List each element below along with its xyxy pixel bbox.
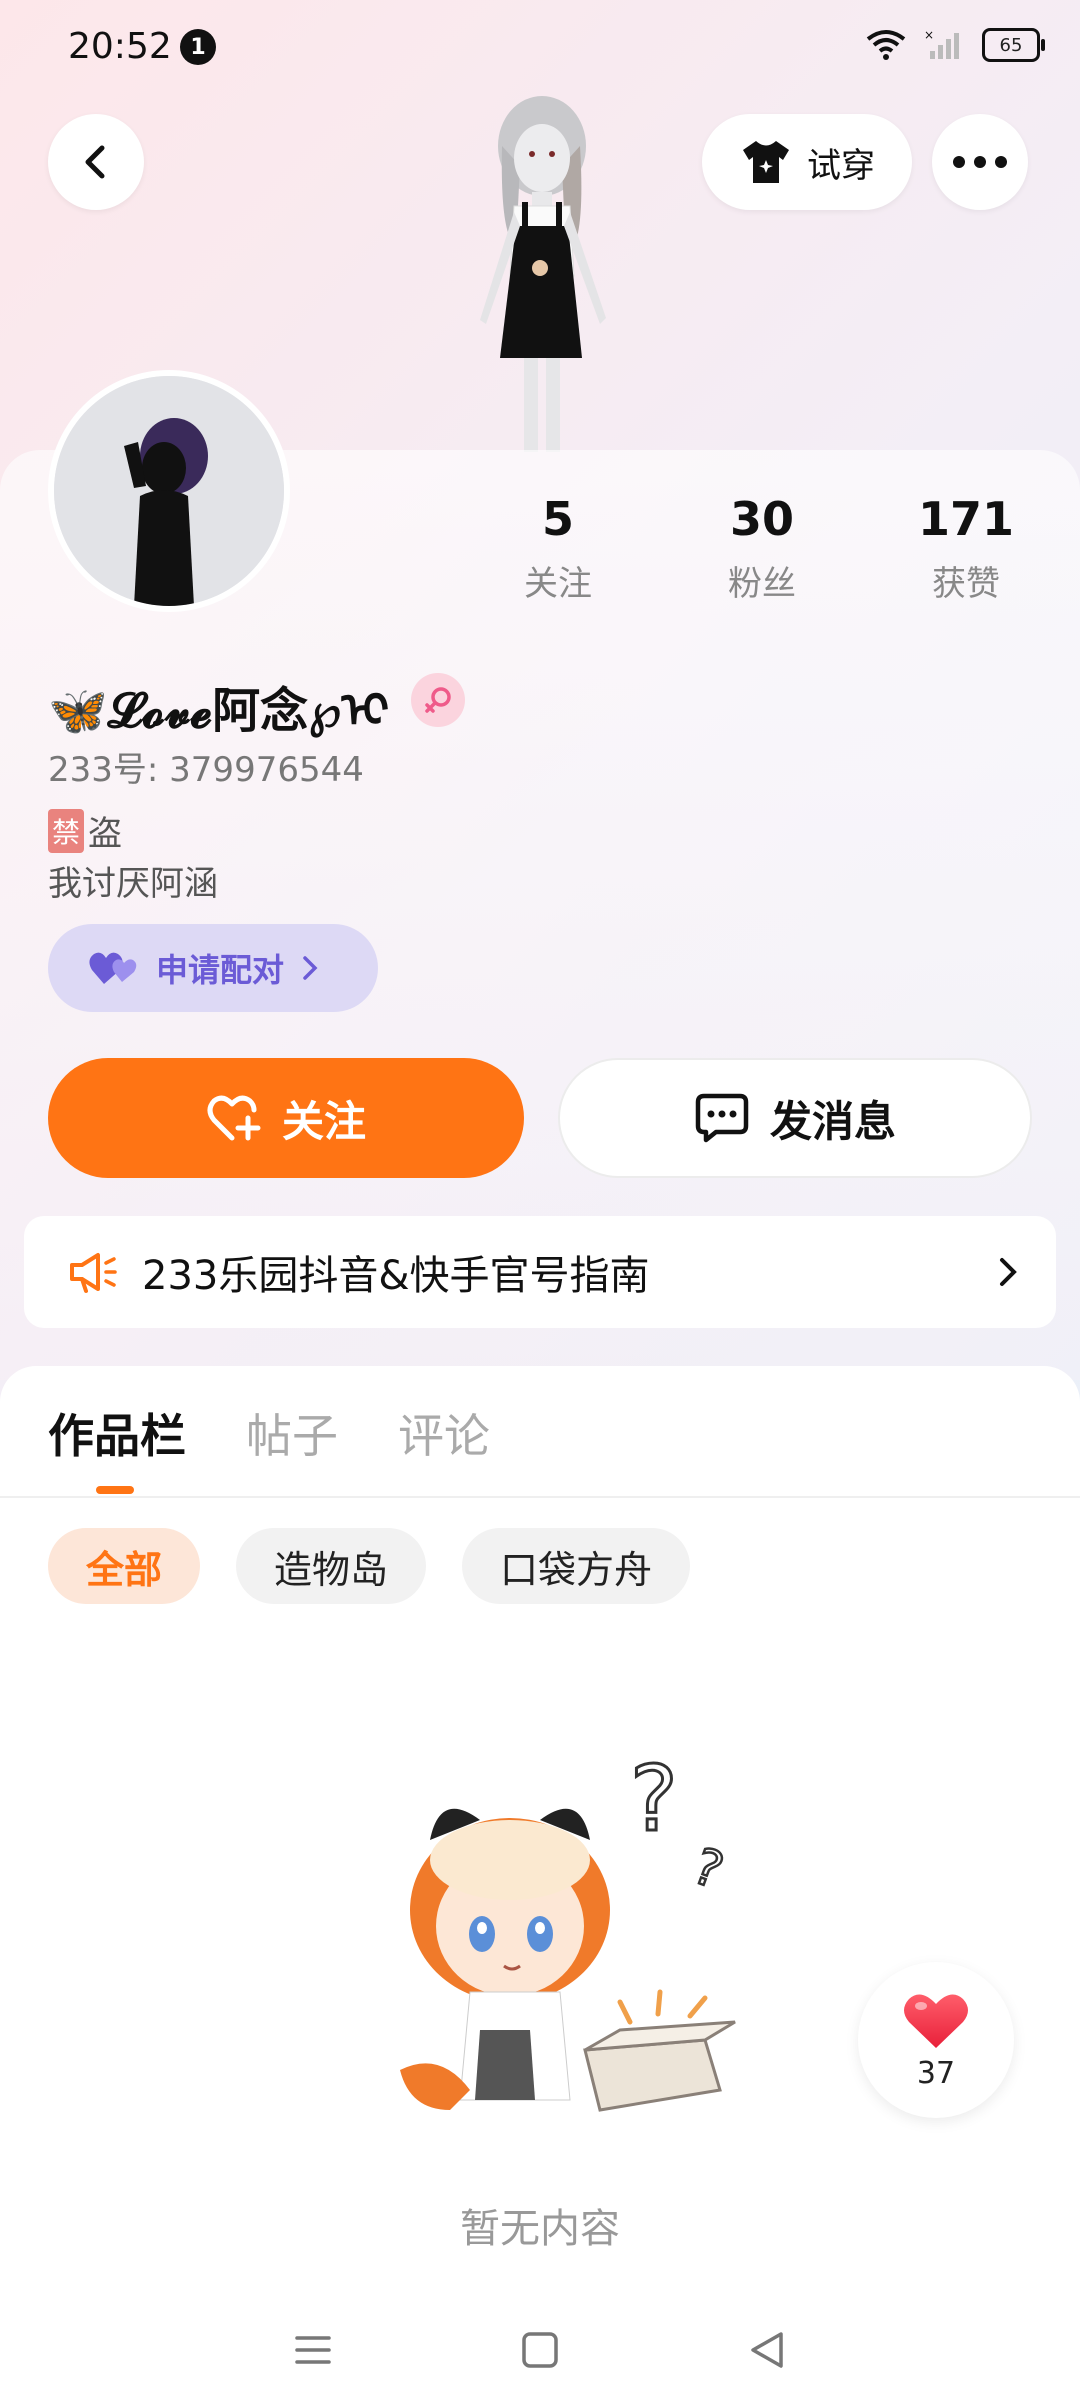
more-options-button[interactable] xyxy=(932,114,1028,210)
follow-label: 关注 xyxy=(281,1096,366,1146)
bio-line-2: 我讨厌阿涵 xyxy=(48,864,218,904)
user-id: 233号: 379976544 xyxy=(48,742,364,791)
status-icons: × 65 xyxy=(866,28,1045,62)
request-pairing-label: 申请配对 xyxy=(156,951,285,989)
request-pairing-button[interactable]: 申请配对 xyxy=(48,924,378,1012)
stat-likes-value: 171 xyxy=(917,492,1015,546)
stat-likes-label: 获赞 xyxy=(932,564,1000,604)
signal-icon: × xyxy=(924,29,959,59)
announcement-banner[interactable]: 233乐园抖音&快手官号指南 xyxy=(24,1216,1056,1328)
follow-button[interactable]: 关注 xyxy=(48,1058,524,1178)
stat-followers-value: 30 xyxy=(729,492,794,546)
chat-bubble-icon xyxy=(695,1093,749,1143)
system-navigation-bar xyxy=(0,2300,1080,2400)
battery-indicator: 65 xyxy=(982,28,1045,62)
status-time: 20:52 xyxy=(68,26,172,67)
send-message-button[interactable]: 发消息 xyxy=(558,1058,1032,1178)
svg-text:?: ? xyxy=(630,1747,678,1852)
try-on-button[interactable]: 试穿 xyxy=(702,114,912,210)
like-count: 37 xyxy=(916,2055,956,2091)
avatar-character-illustration[interactable] xyxy=(420,96,660,452)
double-heart-icon xyxy=(89,952,137,984)
stat-likes[interactable]: 171 获赞 xyxy=(866,492,1066,605)
send-message-label: 发消息 xyxy=(769,1096,896,1146)
chevron-left-icon xyxy=(85,145,105,179)
female-gender-icon xyxy=(411,673,466,727)
bio-line-1: 禁 盗 xyxy=(48,806,122,855)
chevron-right-icon xyxy=(1000,1258,1017,1286)
filter-pocket-ark[interactable]: 口袋方舟 xyxy=(462,1528,691,1604)
back-button[interactable] xyxy=(48,114,144,210)
like-floating-button[interactable]: 37 xyxy=(858,1962,1014,2118)
tab-posts[interactable]: 帖子 xyxy=(246,1400,338,1466)
avatar-image xyxy=(54,376,284,606)
filter-chips: 全部 造物岛 口袋方舟 xyxy=(48,1528,691,1604)
tab-divider xyxy=(0,1496,1080,1498)
heart-icon xyxy=(904,1994,968,2048)
wifi-icon xyxy=(866,30,906,60)
profile-tabs: 作品栏 帖子 评论 xyxy=(48,1400,490,1466)
active-tab-indicator xyxy=(96,1486,134,1494)
user-id-value: 379976544 xyxy=(169,750,364,790)
empty-state-illustration: ? ? xyxy=(400,1746,736,2112)
shirt-icon xyxy=(743,141,789,183)
filter-creation-island[interactable]: 造物岛 xyxy=(236,1528,427,1604)
heart-plus-icon xyxy=(207,1095,261,1141)
filter-all[interactable]: 全部 xyxy=(48,1528,201,1604)
stat-followers-label: 粉丝 xyxy=(728,564,796,604)
back-triangle-icon[interactable] xyxy=(747,2330,787,2370)
avatar[interactable] xyxy=(48,370,290,612)
bio-line-1-text: 盗 xyxy=(88,814,123,854)
ban-emoji-tag: 禁 xyxy=(48,808,85,853)
home-square-icon[interactable] xyxy=(520,2330,560,2370)
stat-followers[interactable]: 30 粉丝 xyxy=(662,492,862,605)
chevron-right-icon xyxy=(303,956,318,980)
tab-comments[interactable]: 评论 xyxy=(398,1400,490,1466)
announcement-text: 233乐园抖音&快手官号指南 xyxy=(142,1253,650,1299)
stat-following[interactable]: 5 关注 xyxy=(458,492,658,605)
nickname: 🦋𝓛𝓸𝓿𝓮阿念℘ᢈ xyxy=(48,683,390,739)
menu-icon[interactable] xyxy=(293,2332,333,2368)
notification-count-badge: 1 xyxy=(180,29,216,65)
stat-following-label: 关注 xyxy=(524,564,592,604)
nickname-row: 🦋𝓛𝓸𝓿𝓮阿念℘ᢈ xyxy=(48,658,466,742)
try-on-label: 试穿 xyxy=(807,145,875,186)
empty-state-text: 暂无内容 xyxy=(460,2206,620,2252)
tab-works[interactable]: 作品栏 xyxy=(48,1400,186,1466)
megaphone-icon xyxy=(70,1253,117,1293)
more-dots-icon xyxy=(953,156,1007,168)
svg-text:?: ? xyxy=(686,1837,731,1901)
stat-following-value: 5 xyxy=(541,492,574,546)
svg-text:×: × xyxy=(924,29,934,42)
user-id-label: 233号: xyxy=(48,750,159,790)
